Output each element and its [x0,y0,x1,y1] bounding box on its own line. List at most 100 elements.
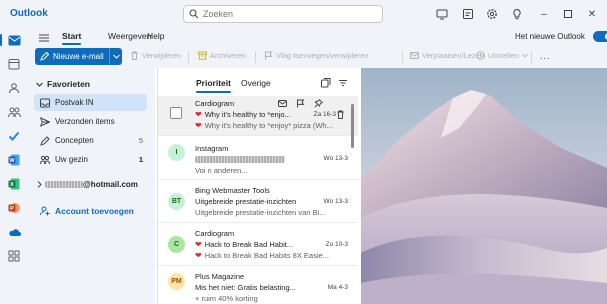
tips-icon[interactable] [511,8,523,20]
pin-icon[interactable] [314,99,323,108]
folder-pane: Favorieten Postvak IN Verzonden items Co… [28,68,155,304]
account-label: @hotmail.com [83,180,138,189]
archive-button[interactable]: Archiveren [198,51,246,60]
tab-focused[interactable]: Prioriteit [196,78,231,93]
rail-onedrive[interactable] [6,224,22,240]
mail-icon [8,35,20,45]
desert-landscape-image [361,68,607,304]
redacted-subject [195,156,285,163]
folder-sent[interactable]: Verzonden items [34,113,147,130]
folder-family[interactable]: Uw gezin 1 [34,151,147,168]
reading-pane-background [361,68,607,304]
excel-icon: X [8,178,20,190]
snooze-button[interactable]: Uitstellen [476,51,531,60]
add-account-link[interactable]: Account toevoegen [40,206,134,216]
search-input[interactable] [203,9,373,19]
select-checkbox[interactable] [170,107,182,119]
apps-icon [8,250,20,262]
move-label: Verplaatsen/Lezen [422,51,485,60]
todo-icon [8,131,20,141]
folder-inbox[interactable]: Postvak IN [34,94,147,111]
rail-apps[interactable] [6,248,22,264]
rail-groups[interactable] [6,104,22,120]
message-item[interactable]: Cardiogram ❤ Why it's healthy to *enjo...… [158,96,358,136]
folder-label: Uw gezin [55,155,88,164]
rail-excel[interactable]: X [6,176,22,192]
delete-button[interactable]: Verwijderen [130,51,181,60]
ribbon-tabs: Start Weergeven Help Het nieuwe Outlook [28,28,607,48]
svg-text:X: X [10,182,14,188]
trash-icon [131,51,138,60]
message-date: Wo 13-3 [323,155,348,162]
send-icon [40,116,50,127]
close-button[interactable]: ✕ [585,7,599,21]
calendar-icon [8,59,20,70]
new-mail-main[interactable]: Nieuwe e-mail [35,48,110,65]
family-icon [40,155,50,164]
delete-label: Verwijderen [142,51,182,60]
rail-powerpoint[interactable]: P [6,200,22,216]
tab-help[interactable]: Help [147,31,164,41]
account-header[interactable]: @hotmail.com [36,180,138,189]
calendar-note-icon[interactable] [462,8,474,20]
heart-icon: ❤ [195,240,202,249]
rail-people[interactable] [6,80,22,96]
message-preview: Uitgebreide prestatie-inzichten van Bi..… [195,208,326,217]
select-mode-icon[interactable] [321,78,331,88]
trash-icon[interactable] [336,110,345,119]
settings-icon[interactable] [486,8,498,20]
heart-icon: ❤ [195,110,202,119]
title-bar: Outlook – ✕ [0,0,607,28]
flag-button[interactable]: Vlag toevoegen/verwijderen [264,51,369,60]
minimize-button[interactable]: – [537,7,551,21]
tab-start[interactable]: Start [62,31,82,45]
move-icon [410,52,419,59]
avatar: BT [168,193,185,210]
folder-count: 5 [138,136,143,145]
rail-calendar[interactable] [6,56,22,72]
move-button[interactable]: Verplaatsen/Lezen [410,51,484,60]
message-preview: Voi n anderen... [195,166,248,175]
chevron-down-icon [112,54,120,59]
maximize-icon [564,10,572,18]
new-outlook-toggle[interactable] [593,31,607,42]
folder-drafts[interactable]: Concepten 5 [34,132,147,149]
search-box[interactable] [183,5,383,23]
groups-icon [7,107,21,118]
message-item[interactable]: I Instagram Wo 13-3 Voi n anderen... [158,138,358,180]
toolbar-divider [255,51,256,63]
mark-unread-icon[interactable] [278,99,287,108]
more-options-button[interactable]: ... [540,51,551,61]
tab-view[interactable]: Weergeven [108,31,151,41]
message-subject: ❤ Why it's healthy to *enjo... [195,110,303,119]
message-subject-text: Why it's healthy to *enjo... [204,110,291,119]
message-date: Wo 13-3 [323,198,348,205]
rail-todo[interactable] [6,128,22,144]
rail-mail[interactable] [0,32,22,48]
flag-label: Vlag toevoegen/verwijderen [276,51,369,60]
favorites-header[interactable]: Favorieten [36,79,90,89]
message-sender: Instagram [195,144,229,153]
tab-other[interactable]: Overige [241,78,271,88]
message-preview-text: Hack to Break Bad Habits 8X Easie... [204,251,329,260]
message-preview: ❤ Hack to Break Bad Habits 8X Easie... [195,251,345,260]
folder-count: 1 [138,155,143,164]
people-icon [9,83,19,94]
message-item[interactable]: C Cardiogram ❤ Hack to Break Bad Habit...… [158,224,358,266]
archive-label: Archiveren [210,51,246,60]
rail-word[interactable]: W [6,152,22,168]
app-rail: W X P [0,28,28,304]
filter-icon[interactable] [338,78,348,88]
message-item[interactable]: PM Plus Magazine Mis het niet: Gratis be… [158,267,358,304]
toolbar: Nieuwe e-mail Verwijderen Archiveren Vla… [28,48,607,68]
add-account-label: Account toevoegen [55,206,134,216]
hamburger-icon[interactable] [38,32,50,44]
message-item[interactable]: BT Bing Webmaster Tools Uitgebreide pres… [158,181,358,223]
toolbar-divider [402,51,403,63]
compose-icon [40,52,49,61]
meet-now-icon[interactable] [436,8,448,20]
new-mail-button[interactable]: Nieuwe e-mail [35,48,122,65]
flag-icon[interactable] [296,99,305,108]
new-mail-dropdown[interactable] [110,54,122,59]
maximize-button[interactable] [561,7,575,21]
